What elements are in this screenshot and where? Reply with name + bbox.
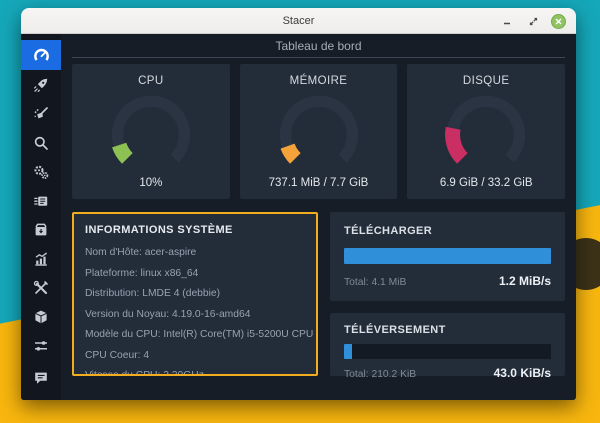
info-kernel: Version du Noyau: 4.19.0-16-amd64: [85, 305, 305, 326]
disk-gauge: [426, 89, 546, 177]
stacer-window: Stacer: [21, 8, 576, 400]
download-progress-track: [344, 248, 551, 264]
info-cpu-cores: CPU Coeur: 4: [85, 346, 305, 367]
info-hostname: Nom d'Hôte: acer-aspire: [85, 243, 305, 264]
sidebar-item-search[interactable]: [21, 128, 61, 157]
tools-icon: [33, 280, 49, 296]
sidebar-item-startup-apps[interactable]: [21, 70, 61, 99]
download-panel: TÉLÉCHARGER Total: 4.1 MiB 1.2 MiB/s: [330, 212, 565, 301]
process-list-icon: [33, 193, 49, 209]
rocket-icon: [33, 77, 49, 93]
titlebar[interactable]: Stacer: [21, 8, 576, 34]
upload-title: TÉLÉVERSEMENT: [344, 324, 551, 336]
sidebar-item-settings[interactable]: [21, 331, 61, 360]
download-speed: 1.2 MiB/s: [499, 274, 551, 288]
page-title: Tableau de bord: [72, 34, 565, 58]
system-info-title: INFORMATIONS SYSTÈME: [85, 224, 305, 236]
sidebar-item-resources[interactable]: [21, 244, 61, 273]
memory-gauge: [259, 89, 379, 177]
restore-icon: [528, 16, 539, 27]
memory-gauge-panel: MÉMOIRE 737.1 MiB / 7.7 GiB: [240, 64, 398, 199]
upload-panel: TÉLÉVERSEMENT Total: 210.2 KiB 43.0 KiB/…: [330, 313, 565, 376]
bottom-row: INFORMATIONS SYSTÈME Nom d'Hôte: acer-as…: [72, 212, 565, 376]
download-total: Total: 4.1 MiB: [344, 277, 406, 288]
system-info-panel: INFORMATIONS SYSTÈME Nom d'Hôte: acer-as…: [72, 212, 318, 376]
upload-total: Total: 210.2 KiB: [344, 369, 416, 380]
sidebar-item-feedback[interactable]: [21, 363, 61, 392]
window-body: Tableau de bord CPU 10% MÉMOIRE 737.1 Mi…: [21, 34, 576, 400]
close-icon: [555, 18, 562, 25]
maximize-button[interactable]: [525, 13, 541, 29]
network-column: TÉLÉCHARGER Total: 4.1 MiB 1.2 MiB/s TÉL…: [330, 212, 565, 376]
cpu-gauge-title: CPU: [138, 75, 163, 87]
cpu-gauge-value: 10%: [139, 177, 162, 189]
speedometer-icon: [33, 47, 50, 64]
speech-bubble-icon: [33, 370, 49, 386]
package-icon: [33, 222, 49, 238]
disk-gauge-title: DISQUE: [463, 75, 510, 87]
disk-gauge-value: 6.9 GiB / 33.2 GiB: [440, 177, 533, 189]
upload-speed: 43.0 KiB/s: [494, 366, 551, 380]
box-icon: [33, 309, 49, 325]
info-cpu-model: Modèle du CPU: Intel(R) Core(TM) i5-5200…: [85, 325, 305, 346]
chart-icon: [33, 251, 49, 267]
sidebar-item-system-cleaner[interactable]: [21, 99, 61, 128]
sidebar-item-uninstaller[interactable]: [21, 215, 61, 244]
download-progress-fill: [344, 248, 551, 264]
info-platform: Plateforme: linux x86_64: [85, 264, 305, 285]
sidebar-item-processes[interactable]: [21, 186, 61, 215]
sidebar-item-dashboard[interactable]: [21, 40, 61, 70]
upload-progress-fill: [344, 344, 352, 359]
main-content: Tableau de bord CPU 10% MÉMOIRE 737.1 Mi…: [61, 34, 576, 400]
sidebar-item-helpers[interactable]: [21, 273, 61, 302]
window-title: Stacer: [21, 15, 576, 27]
sidebar: [21, 34, 61, 400]
desktop: Stacer: [0, 0, 600, 423]
window-controls: [499, 8, 566, 34]
gauges-row: CPU 10% MÉMOIRE 737.1 MiB / 7.7 GiB DISQ…: [72, 64, 565, 199]
close-button[interactable]: [551, 14, 566, 29]
info-cpu-speed: Vitesse du CPU: 2.20GHz: [85, 366, 305, 376]
download-title: TÉLÉCHARGER: [344, 225, 551, 237]
upload-progress-track: [344, 344, 551, 359]
cpu-gauge: [91, 89, 211, 177]
memory-gauge-title: MÉMOIRE: [290, 75, 348, 87]
memory-gauge-value: 737.1 MiB / 7.7 GiB: [269, 177, 369, 189]
minimize-icon: [502, 16, 512, 26]
sidebar-item-services[interactable]: [21, 157, 61, 186]
info-distribution: Distribution: LMDE 4 (debbie): [85, 284, 305, 305]
sidebar-item-apt-repository[interactable]: [21, 302, 61, 331]
cpu-gauge-panel: CPU 10%: [72, 64, 230, 199]
gears-icon: [33, 164, 49, 180]
magnifier-icon: [33, 135, 49, 151]
disk-gauge-panel: DISQUE 6.9 GiB / 33.2 GiB: [407, 64, 565, 199]
sliders-icon: [33, 338, 49, 354]
broom-icon: [33, 106, 49, 122]
minimize-button[interactable]: [499, 13, 515, 29]
